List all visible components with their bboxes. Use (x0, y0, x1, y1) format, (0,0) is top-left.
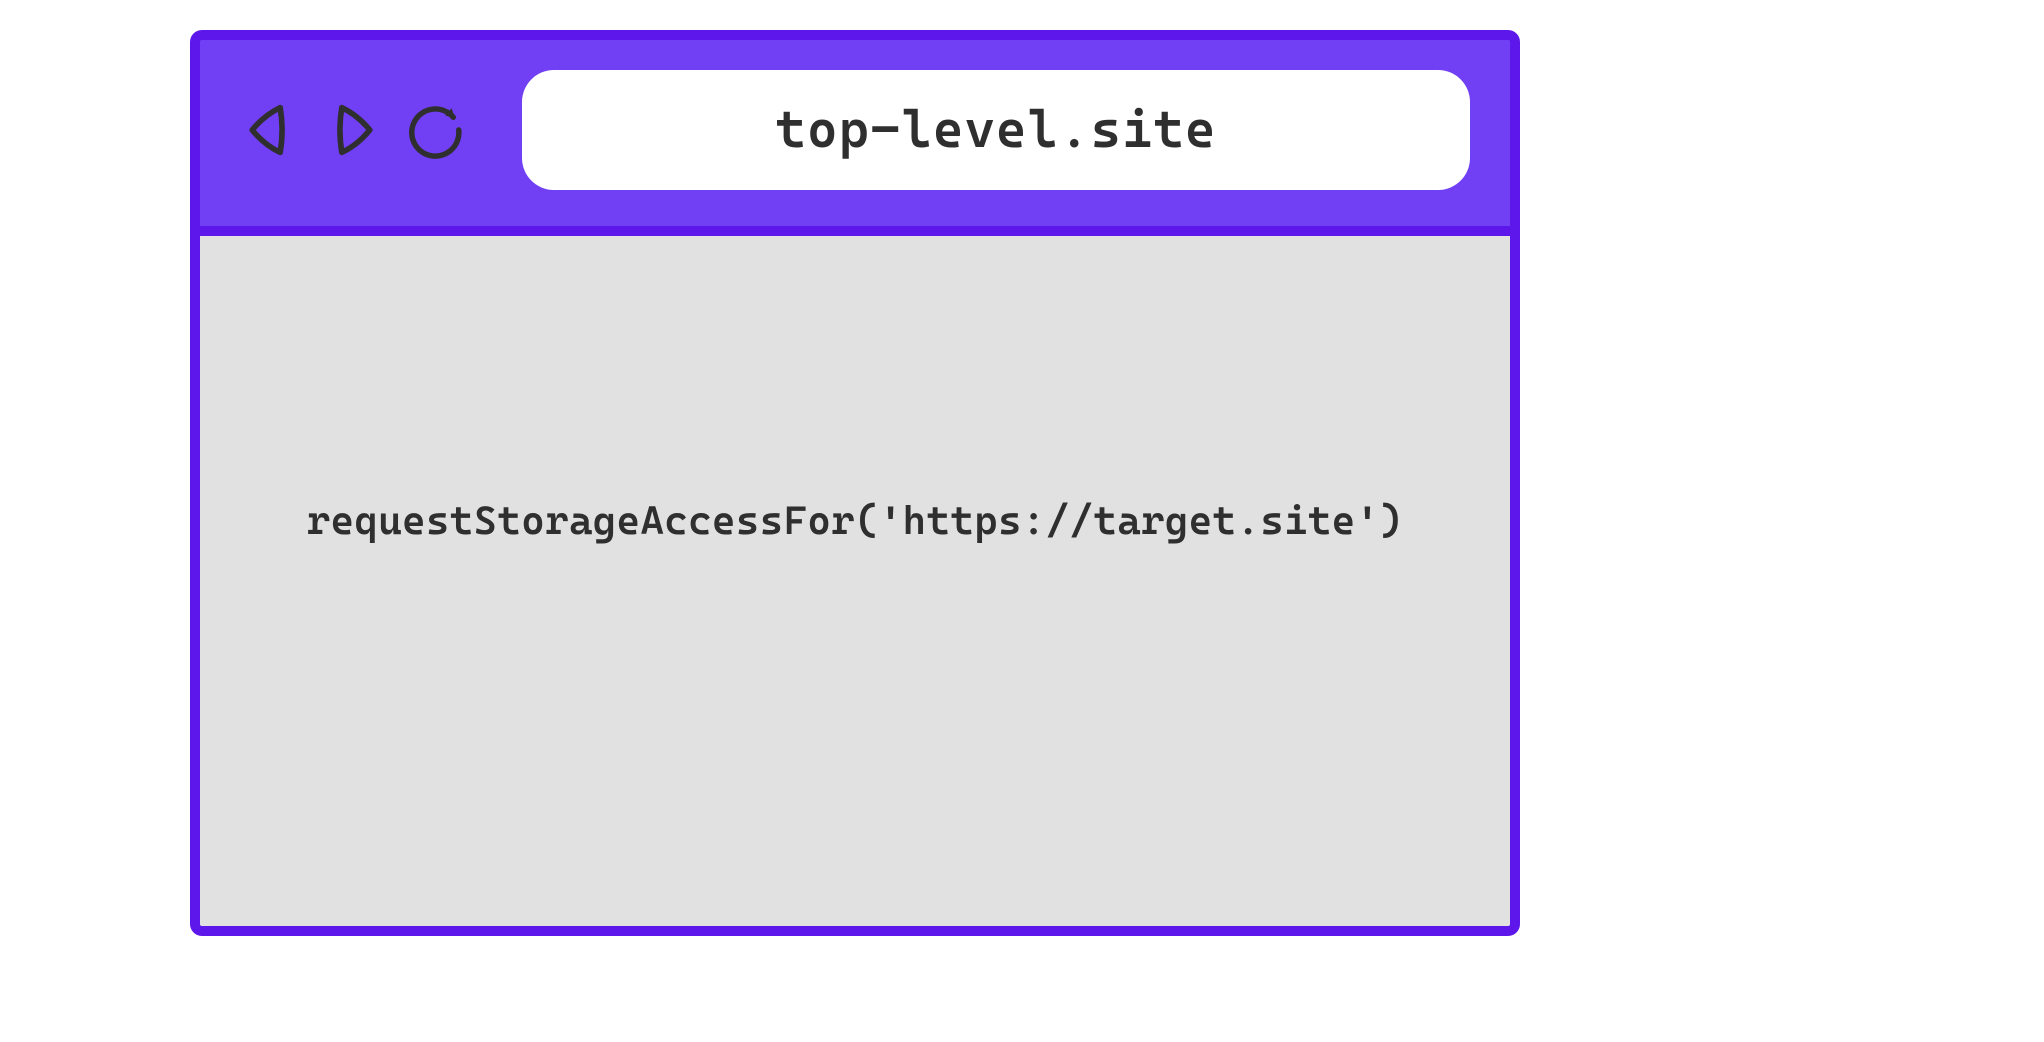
back-icon[interactable] (240, 99, 298, 161)
code-snippet: requestStorageAccessFor('https://target.… (307, 498, 1404, 544)
address-bar[interactable]: top-level.site (522, 70, 1470, 190)
reload-icon[interactable] (408, 99, 466, 161)
nav-buttons (240, 99, 466, 161)
browser-viewport: requestStorageAccessFor('https://target.… (200, 226, 1510, 926)
browser-toolbar: top-level.site (200, 40, 1510, 226)
url-text: top-level.site (775, 100, 1216, 160)
forward-icon[interactable] (324, 99, 382, 161)
browser-window: top-level.site requestStorageAccessFor('… (190, 30, 1520, 936)
